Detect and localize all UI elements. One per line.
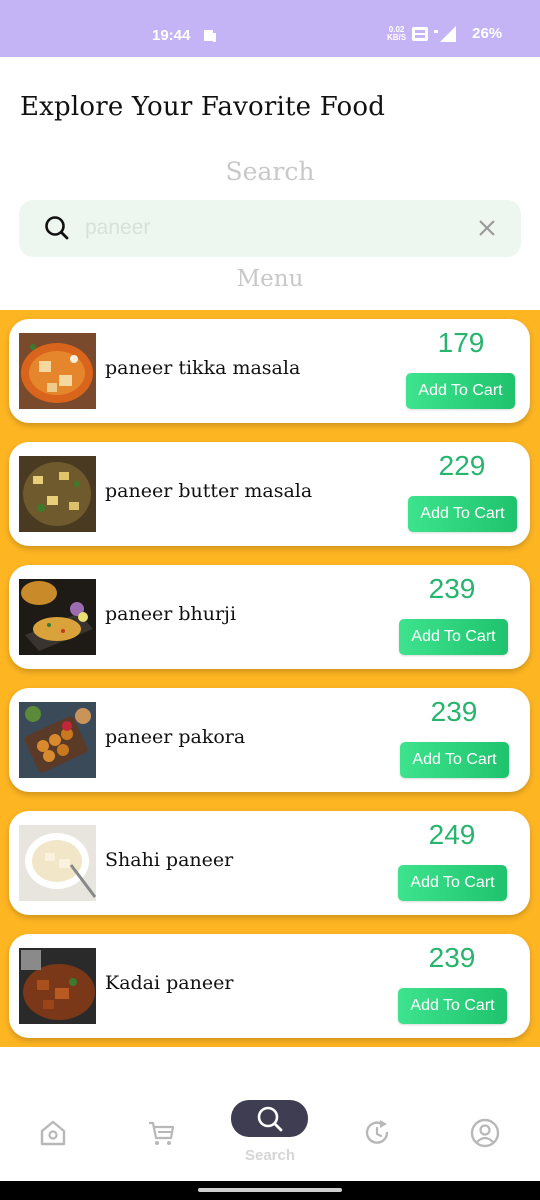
menu-item[interactable]: paneer bhurji 239 Add To Cart xyxy=(9,565,530,669)
system-nav-bar xyxy=(0,1181,540,1200)
menu-item[interactable]: paneer butter masala 229 Add To Cart xyxy=(9,442,530,546)
status-indicators: 0.02 KB/S 26% xyxy=(387,25,502,42)
search-input[interactable]: paneer xyxy=(19,200,521,257)
food-image xyxy=(19,948,96,1024)
item-price: 229 xyxy=(438,450,486,481)
notification-icon xyxy=(204,30,216,42)
add-to-cart-button[interactable]: Add To Cart xyxy=(408,496,517,532)
item-price: 239 xyxy=(428,942,476,973)
menu-item[interactable]: Shahi paneer 249 Add To Cart xyxy=(9,811,530,915)
page-title: Explore Your Favorite Food xyxy=(20,92,386,122)
item-price: 249 xyxy=(428,819,476,850)
food-image xyxy=(19,579,96,655)
nav-search[interactable] xyxy=(231,1100,308,1137)
item-name: paneer pakora xyxy=(105,726,246,748)
status-time: 19:44 xyxy=(152,27,191,44)
food-image xyxy=(19,702,96,778)
search-icon xyxy=(257,1106,282,1131)
cart-icon xyxy=(149,1121,175,1145)
search-value[interactable]: paneer xyxy=(85,216,150,240)
add-to-cart-button[interactable]: Add To Cart xyxy=(398,865,507,901)
search-icon xyxy=(45,216,69,240)
item-name: paneer butter masala xyxy=(105,480,313,502)
close-icon[interactable] xyxy=(476,217,498,239)
signal-icon xyxy=(434,25,457,42)
item-name: Shahi paneer xyxy=(105,849,234,871)
network-speed: 0.02 KB/S xyxy=(387,24,407,42)
status-bar: 19:44 0.02 KB/S 26% xyxy=(0,0,540,57)
item-price: 179 xyxy=(437,327,485,358)
search-heading: Search xyxy=(225,157,315,186)
menu-heading: Menu xyxy=(236,266,304,292)
history-icon xyxy=(365,1120,389,1144)
home-indicator[interactable] xyxy=(198,1188,342,1192)
battery-percent: 26% xyxy=(472,25,503,42)
add-to-cart-button[interactable]: Add To Cart xyxy=(400,742,509,778)
menu-list: paneer tikka masala 179 Add To Cart pane… xyxy=(0,310,540,1047)
menu-item[interactable]: paneer tikka masala 179 Add To Cart xyxy=(9,319,530,423)
menu-item[interactable]: paneer pakora 239 Add To Cart xyxy=(9,688,530,792)
food-image xyxy=(19,456,96,532)
add-to-cart-button[interactable]: Add To Cart xyxy=(399,619,508,655)
add-to-cart-button[interactable]: Add To Cart xyxy=(398,988,507,1024)
item-name: paneer bhurji xyxy=(105,603,237,625)
menu-item[interactable]: Kadai paneer 239 Add To Cart xyxy=(9,934,530,1038)
food-image xyxy=(19,333,96,409)
home-icon xyxy=(40,1120,66,1146)
item-name: paneer tikka masala xyxy=(105,357,301,379)
food-image xyxy=(19,825,96,901)
profile-icon xyxy=(470,1118,500,1148)
add-to-cart-button[interactable]: Add To Cart xyxy=(406,373,515,409)
volte-icon xyxy=(412,26,429,41)
item-price: 239 xyxy=(430,696,478,727)
nav-active-label: Search xyxy=(244,1147,296,1164)
item-price: 239 xyxy=(428,573,476,604)
item-name: Kadai paneer xyxy=(105,972,234,994)
